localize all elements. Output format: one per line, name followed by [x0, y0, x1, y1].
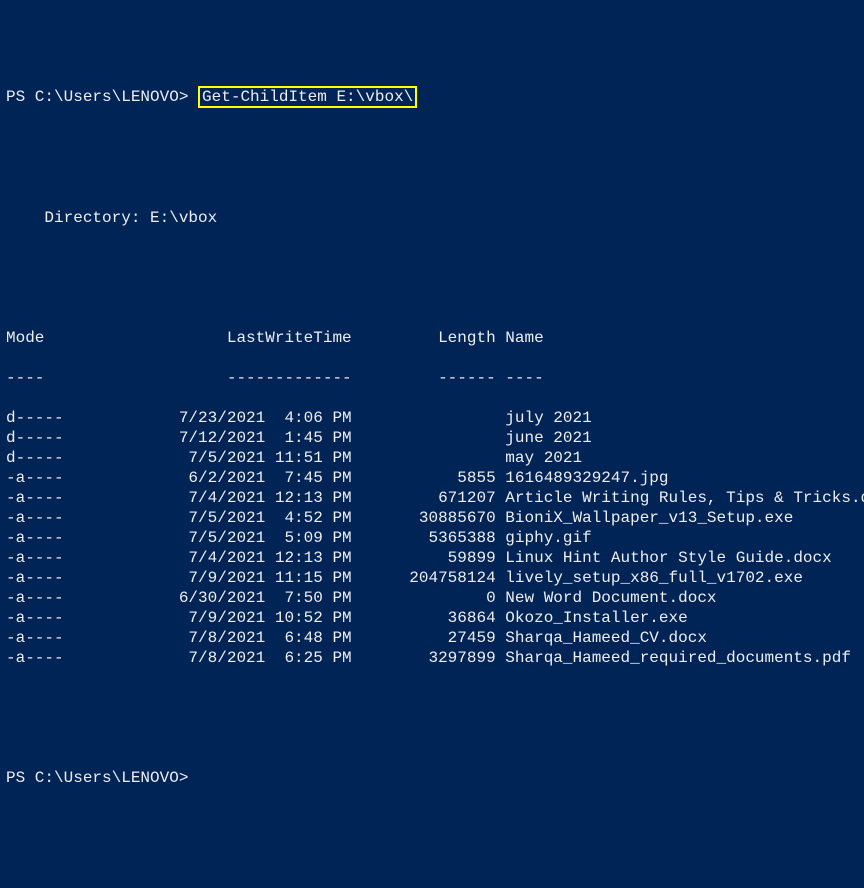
table-row: d----- 7/5/2021 11:51 PM may 2021 [6, 448, 864, 468]
table-row: -a---- 6/2/2021 7:45 PM 5855 16164893292… [6, 468, 864, 488]
table-row: d----- 7/23/2021 4:06 PM july 2021 [6, 408, 864, 428]
table-row: -a---- 7/5/2021 4:52 PM 30885670 BioniX_… [6, 508, 864, 528]
column-headers: Mode LastWriteTime Length Name [6, 328, 864, 348]
directory-line: Directory: E:\vbox [6, 208, 864, 228]
blank-line [6, 248, 864, 268]
blank-line [6, 728, 864, 748]
table-row: d----- 7/12/2021 1:45 PM june 2021 [6, 428, 864, 448]
table-row: -a---- 7/9/2021 11:15 PM 204758124 livel… [6, 568, 864, 588]
column-underlines: ---- ------------- ------ ---- [6, 368, 864, 388]
table-row: -a---- 7/4/2021 12:13 PM 671207 Article … [6, 488, 864, 508]
prompt-prefix: PS C:\Users\LENOVO> [6, 88, 198, 106]
table-row: -a---- 7/4/2021 12:13 PM 59899 Linux Hin… [6, 548, 864, 568]
prompt-line-2[interactable]: PS C:\Users\LENOVO> [6, 768, 864, 788]
table-row: -a---- 7/8/2021 6:48 PM 27459 Sharqa_Ham… [6, 628, 864, 648]
blank-line [6, 168, 864, 188]
table-row: -a---- 7/9/2021 10:52 PM 36864 Okozo_Ins… [6, 608, 864, 628]
prompt-line-1: PS C:\Users\LENOVO> Get-ChildItem E:\vbo… [6, 86, 864, 108]
command-highlight: Get-ChildItem E:\vbox\ [198, 86, 417, 108]
blank-line [6, 688, 864, 708]
table-row: -a---- 7/5/2021 5:09 PM 5365388 giphy.gi… [6, 528, 864, 548]
command-text: Get-ChildItem E:\vbox\ [202, 88, 413, 106]
prompt-prefix-2: PS C:\Users\LENOVO> [6, 769, 198, 787]
table-row: -a---- 6/30/2021 7:50 PM 0 New Word Docu… [6, 588, 864, 608]
blank-line [6, 288, 864, 308]
table-row: -a---- 7/8/2021 6:25 PM 3297899 Sharqa_H… [6, 648, 864, 668]
blank-line [6, 128, 864, 148]
